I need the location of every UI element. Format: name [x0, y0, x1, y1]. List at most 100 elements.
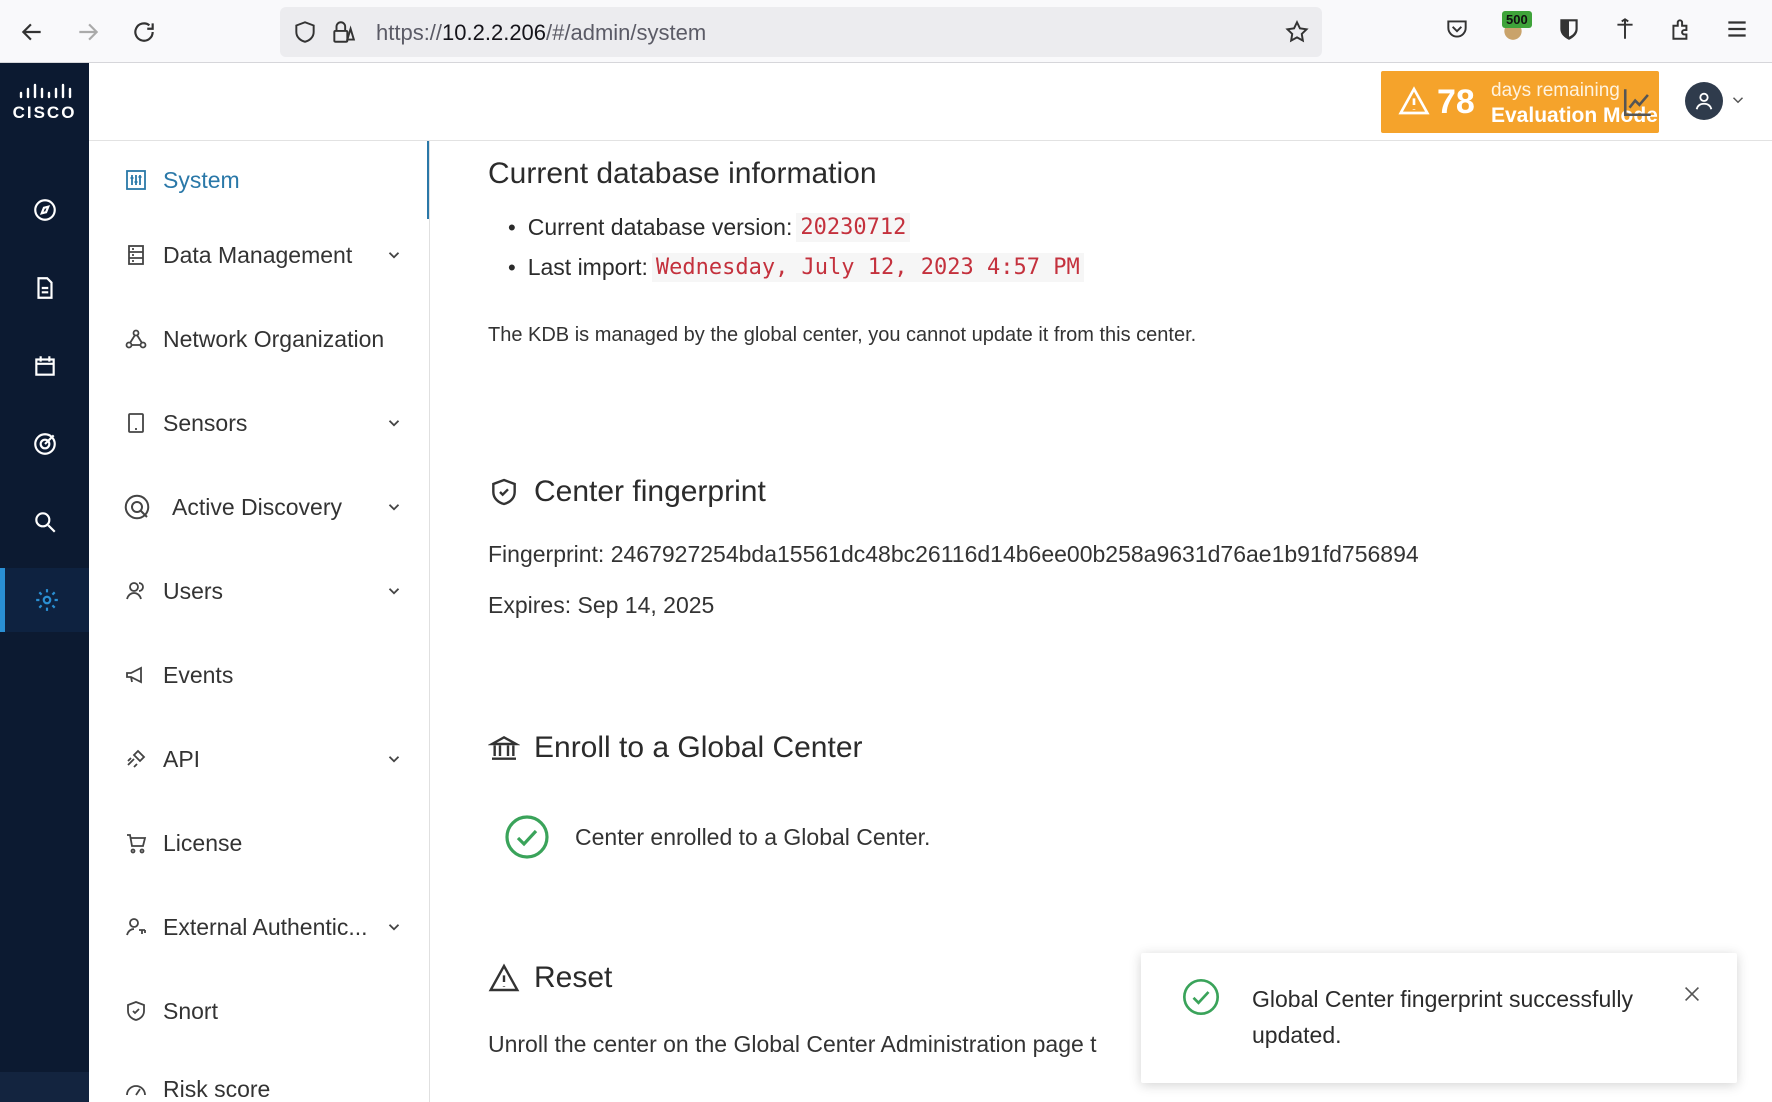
- rail-reports[interactable]: [0, 256, 89, 320]
- reset-title-text: Reset: [534, 961, 613, 994]
- megaphone-icon: [126, 666, 142, 684]
- kdb-note: The KDB is managed by the global center,…: [488, 324, 1197, 346]
- evaluation-badge[interactable]: 78 days remaining Evaluation Mode: [1381, 71, 1659, 133]
- sidebar-item-events[interactable]: Events: [89, 633, 427, 717]
- active-indicator: [427, 141, 429, 219]
- bitwarden-icon[interactable]: [1554, 14, 1584, 44]
- sidebar-item-license[interactable]: License: [89, 801, 427, 885]
- sidebar-item-label: Risk score: [163, 1075, 271, 1102]
- cisco-logo[interactable]: CISCO: [0, 63, 89, 141]
- sidebar-item-label: API: [163, 745, 201, 772]
- extensions-puzzle-icon[interactable]: [1666, 14, 1696, 44]
- last-import-row: Last import: Wednesday, July 12, 2023 4:…: [528, 253, 1084, 282]
- url-text[interactable]: https://10.2.2.206/#/admin/system: [376, 20, 706, 46]
- sidebar-item-label: Network Organization: [163, 325, 385, 352]
- network-icon: [125, 329, 147, 349]
- enroll-title-text: Enroll to a Global Center: [534, 731, 863, 764]
- sidebar-item-label: Events: [163, 661, 234, 688]
- db-version-value: 20230712: [796, 213, 911, 242]
- sidebar-item-label: License: [163, 829, 243, 856]
- sidebar-item-system[interactable]: System: [89, 141, 427, 222]
- database-icon: [128, 245, 144, 265]
- sidebar-item-data-management[interactable]: Data Management: [89, 213, 427, 297]
- close-icon[interactable]: [1681, 983, 1703, 1005]
- sidebar-item-label: Active Discovery: [172, 493, 342, 520]
- chevron-down-icon[interactable]: [1729, 91, 1747, 109]
- reload-icon[interactable]: [124, 12, 164, 52]
- sidebar-item-api[interactable]: API: [89, 717, 427, 801]
- forward-icon[interactable]: [68, 12, 108, 52]
- admin-sidebar: System Data Management Network Organizat…: [89, 141, 430, 1102]
- menu-icon[interactable]: [1722, 14, 1752, 44]
- last-import-value: Wednesday, July 12, 2023 4:57 PM: [651, 253, 1084, 282]
- eval-days-count: 78: [1437, 83, 1475, 121]
- rail-risk[interactable]: [0, 412, 89, 476]
- shield-icon[interactable]: [292, 19, 318, 45]
- back-icon[interactable]: [12, 12, 52, 52]
- chevron-down-icon: [388, 756, 400, 763]
- url-bar[interactable]: https://10.2.2.206/#/admin/system: [280, 7, 1322, 57]
- plug-icon: [127, 749, 146, 768]
- cisco-bars-icon: [19, 83, 71, 98]
- sidebar-item-external-authentication[interactable]: External Authentic...: [89, 885, 427, 969]
- line-chart-icon[interactable]: [1621, 85, 1655, 119]
- db-version-row: Current database version: 20230712: [528, 213, 1084, 242]
- reset-description: Unroll the center on the Global Center A…: [488, 1031, 1097, 1057]
- warning-icon: [488, 963, 520, 992]
- warning-icon: [1398, 86, 1430, 115]
- discovery-scan-icon: [124, 494, 150, 520]
- sidebar-item-label: Data Management: [163, 241, 353, 268]
- users-icon: [126, 582, 144, 600]
- chevron-down-icon: [388, 252, 400, 259]
- toast-message: Global Center fingerprint successfully u…: [1252, 986, 1633, 1048]
- chevron-down-icon: [388, 420, 400, 427]
- fingerprint-section-title: Center fingerprint: [488, 475, 766, 509]
- sidebar-item-label: External Authentic...: [163, 913, 368, 940]
- lock-warning-icon[interactable]: [330, 19, 356, 45]
- sidebar-item-network-organization[interactable]: Network Organization: [89, 297, 427, 381]
- cart-icon: [127, 834, 147, 854]
- db-info-title-text: Current database information: [488, 157, 877, 190]
- enroll-section-title: Enroll to a Global Center: [488, 731, 863, 765]
- sidebar-item-snort[interactable]: Snort: [89, 969, 427, 1053]
- sidebar-item-label: Snort: [163, 997, 218, 1024]
- db-info-title: Current database information: [488, 157, 877, 191]
- fingerprint-value: Fingerprint: 2467927254bda15561dc48bc261…: [488, 541, 1419, 567]
- sidebar-item-sensors[interactable]: Sensors: [89, 381, 427, 465]
- chevron-down-icon: [388, 504, 400, 511]
- enroll-status: Center enrolled to a Global Center.: [503, 813, 930, 861]
- target-icon: [33, 433, 56, 455]
- app-header: 78 days remaining Evaluation Mode: [89, 63, 1772, 141]
- rail-calendar[interactable]: [0, 334, 89, 398]
- rail-search[interactable]: [0, 490, 89, 554]
- rail-footer: [0, 1072, 89, 1102]
- shield-check-icon: [127, 1001, 145, 1021]
- sidebar-item-label: System: [163, 166, 240, 193]
- move-icon[interactable]: [1610, 14, 1640, 44]
- calendar-icon: [34, 356, 55, 376]
- reset-section-title: Reset: [488, 961, 612, 995]
- extension-count-badge: 500: [1502, 11, 1532, 28]
- eval-days-label: days remaining: [1491, 80, 1620, 101]
- bookmark-star-icon[interactable]: [1284, 19, 1310, 45]
- tablet-icon: [128, 413, 144, 433]
- user-icon: [1695, 92, 1713, 110]
- fingerprint-title-text: Center fingerprint: [534, 475, 766, 508]
- sidebar-item-users[interactable]: Users: [89, 549, 427, 633]
- sidebar-item-active-discovery[interactable]: Active Discovery: [89, 465, 427, 549]
- pocket-icon[interactable]: [1442, 14, 1472, 44]
- cisco-wordmark: CISCO: [12, 102, 77, 122]
- sidebar-item-risk-score[interactable]: Risk score: [89, 1047, 427, 1102]
- check-circle-icon: [1183, 979, 1219, 1015]
- bank-icon: [488, 735, 520, 760]
- url-prefix: https://: [376, 20, 443, 45]
- search-icon: [34, 512, 56, 533]
- browser-toolbar: https://10.2.2.206/#/admin/system 500: [0, 0, 1772, 63]
- sidebar-item-label: Users: [163, 577, 224, 604]
- rail-dashboard[interactable]: [0, 178, 89, 242]
- fingerprint-expires: Expires: Sep 14, 2025: [488, 592, 715, 618]
- user-avatar[interactable]: [1685, 82, 1723, 120]
- rail-admin[interactable]: [0, 568, 89, 632]
- compass-icon: [33, 199, 56, 221]
- url-host: 10.2.2.206: [442, 20, 547, 45]
